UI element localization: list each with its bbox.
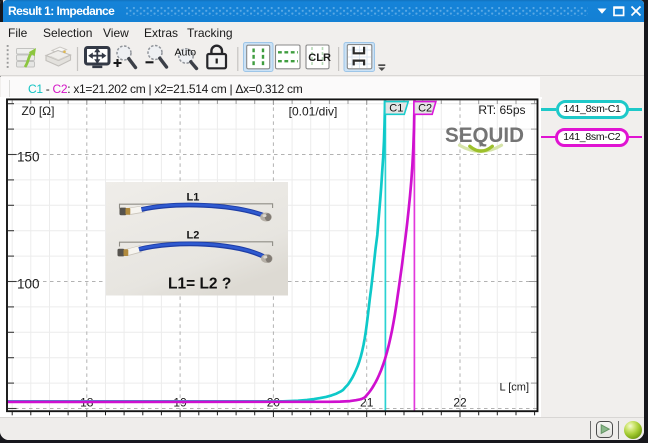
svg-text:L [cm]: L [cm] [499, 382, 529, 394]
svg-text:100: 100 [17, 276, 40, 291]
svg-text:Z0 [Ω]: Z0 [Ω] [22, 104, 55, 118]
svg-text:150: 150 [17, 150, 40, 165]
svg-text:[0.01/div]: [0.01/div] [289, 104, 338, 118]
svg-text:L2: L2 [187, 230, 200, 242]
svg-text:RT: 65ps: RT: 65ps [478, 103, 525, 117]
svg-text:CLR: CLR [308, 52, 331, 64]
svg-text:L1= L2 ?: L1= L2 ? [168, 276, 231, 293]
svg-text:SEQUID: SEQUID [445, 124, 524, 147]
svg-text:C1: C1 [389, 103, 403, 115]
svg-text:22: 22 [453, 396, 467, 410]
svg-text:L1: L1 [187, 192, 200, 204]
svg-text:C2: C2 [418, 103, 432, 115]
svg-text:Auto: Auto [175, 47, 197, 59]
